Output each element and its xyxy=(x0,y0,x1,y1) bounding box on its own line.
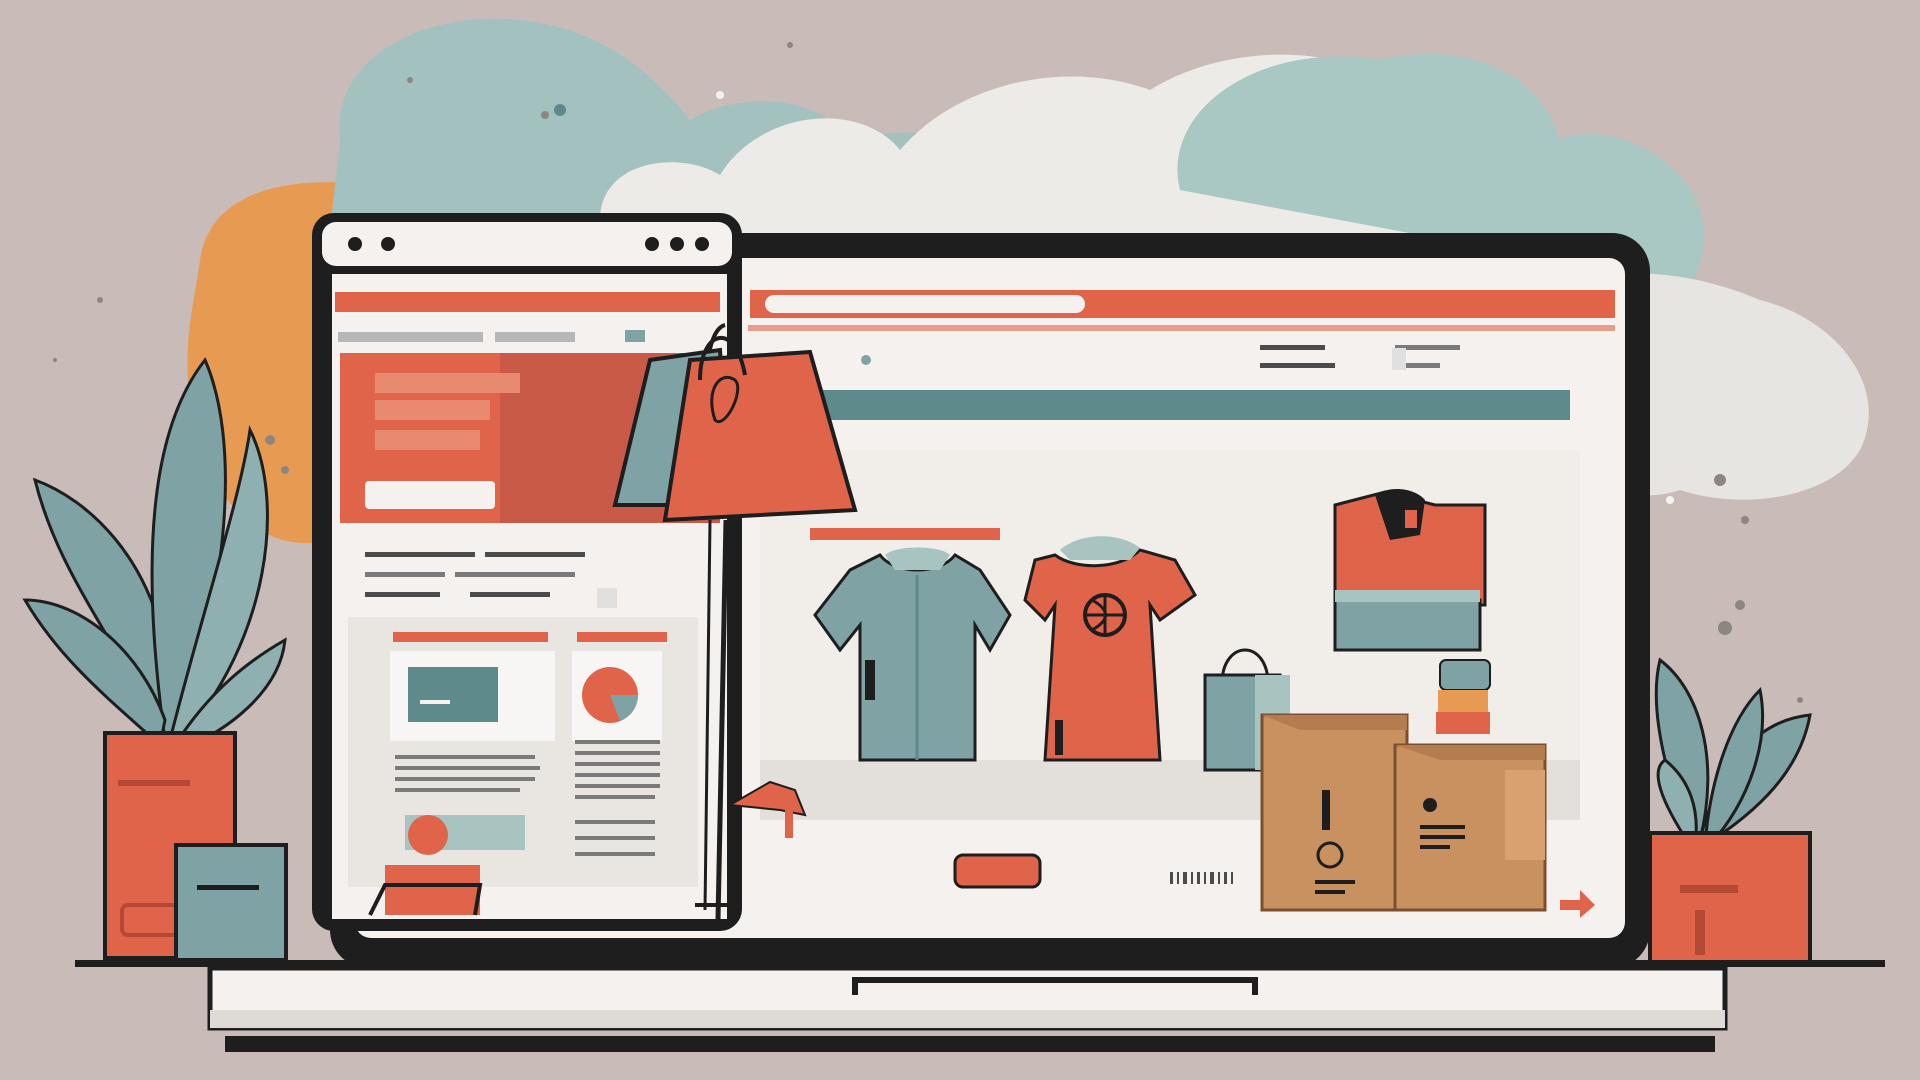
plant-pot-right xyxy=(1648,831,1812,965)
category-bar xyxy=(760,390,1570,420)
jacket-icon xyxy=(1333,488,1487,652)
potted-plant-right xyxy=(1648,657,1812,965)
pen-holder xyxy=(174,843,288,962)
hero-button xyxy=(365,481,495,509)
cart-button xyxy=(953,853,1042,889)
cardboard-box-icon xyxy=(1393,743,1547,912)
online-shopping-illustration xyxy=(22,18,1885,1052)
nav-dot xyxy=(861,355,871,365)
site-search-bar xyxy=(765,295,1085,313)
potted-plant-left xyxy=(22,357,288,962)
stacked-items-icon xyxy=(1436,659,1491,734)
browser-window-icon xyxy=(312,213,742,931)
cardboard-box-icon xyxy=(1260,713,1409,912)
